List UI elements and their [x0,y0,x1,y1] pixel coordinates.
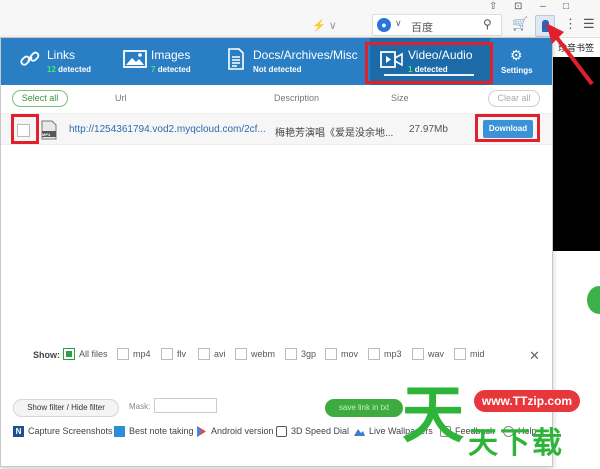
search-box[interactable]: ● ∨ 百度 ⚲ [372,14,502,36]
column-description: Description [274,93,320,103]
video-file-icon [41,120,57,140]
select-all-button[interactable]: Select all [12,90,68,107]
footer-link-label: Capture Screenshots [28,426,113,436]
tab-count: 7 detected [151,65,191,74]
link-icon [20,51,40,66]
annotation-box-checkbox [11,114,39,144]
list-header: Select all Url Description Size Clear al… [1,87,552,113]
watermark-text: 天下载 [468,426,564,461]
mask-label: Mask: [129,402,151,411]
restore-icon[interactable]: ⊡ [514,1,522,12]
tab-images[interactable]: Images 7 detected [121,38,221,85]
chevron-down-icon[interactable]: ∨ [395,18,402,29]
count-number: 12 [47,65,56,74]
filter-checkbox[interactable] [325,348,337,360]
close-icon[interactable]: ✕ [529,348,540,364]
tab-label: Links [47,48,76,62]
filter-checkbox[interactable] [161,348,173,360]
show-label: Show: [33,350,60,360]
annotation-box-download [475,114,540,142]
filter-checkbox[interactable] [412,348,424,360]
filter-checkbox[interactable] [454,348,466,360]
filter-label: All files [79,349,108,359]
tab-label: Docs/Archives/Misc [253,48,358,62]
tab-links[interactable]: Links 12 detected [15,38,115,85]
document-icon [228,48,244,70]
cart-icon[interactable]: 🛒 [512,16,528,32]
count-number: 7 [151,65,156,74]
search-engine-name: 百度 [411,22,433,34]
file-description: 梅艳芳演唱《爱是没余地... [275,128,394,139]
filter-label: mp4 [133,349,151,359]
maximize-icon[interactable]: □ [563,1,569,12]
speed-dial-icon [276,426,287,437]
wallpaper-icon [354,429,365,436]
site-watermark: 天 www.TTzip.com 天下载 [400,380,600,469]
watermark-url: www.TTzip.com [474,390,580,412]
filter-checkbox[interactable] [235,348,247,360]
android-play-icon [197,426,206,437]
gear-icon: ⚙ [510,47,523,63]
minimize-icon[interactable]: – [540,1,546,12]
footer-link-label: Android version [211,426,274,436]
filter-checkbox[interactable] [198,348,210,360]
filter-label: mp3 [384,349,402,359]
filter-label: webm [251,349,276,359]
settings-label: Settings [501,66,533,75]
column-url: Url [115,93,127,103]
file-type-filter: Show: All files mp4 flv avi webm 3gp mov… [1,346,552,366]
tab-count: 12 detected [47,65,91,74]
tab-docs[interactable]: Docs/Archives/Misc Not detected [225,38,365,85]
search-engine-icon[interactable]: ● [377,18,391,32]
filter-checkbox[interactable] [285,348,297,360]
column-size: Size [391,93,409,103]
filter-label: mov [341,349,359,359]
toggle-filter-button[interactable]: Show filter / Hide filter [13,399,119,417]
address-hint: ⚡ ∨ [312,20,337,32]
filter-label: mid [470,349,485,359]
filter-checkbox[interactable] [368,348,380,360]
filter-label: 3gp [301,349,317,359]
image-icon [123,50,147,68]
annotation-box-tab [365,42,493,84]
count-suffix: Not detected [253,65,302,74]
filter-checkbox[interactable] [63,348,75,360]
annotation-arrow [546,23,594,86]
note-icon [114,426,125,437]
save-links-button[interactable]: save link in txt [325,399,403,417]
count-suffix: detected [157,65,191,74]
filter-checkbox[interactable] [117,348,129,360]
file-size: 27.97Mb [409,124,448,135]
file-url[interactable]: http://1254361794.vod2.myqcloud.com/2cf.… [69,124,266,135]
tab-label: Images [151,48,191,62]
filter-label: flv [177,349,186,359]
browser-toolbar: ⇧ ⊡ – □ ⚡ ∨ ● ∨ 百度 ⚲ 🛒 ⋮ ☰ [0,0,600,38]
pin-icon[interactable]: ⇧ [489,1,497,12]
screenshot-icon: N [13,426,24,437]
count-suffix: detected [58,65,92,74]
search-icon[interactable]: ⚲ [483,17,492,31]
file-row: MP4 http://1254361794.vod2.myqcloud.com/… [1,113,552,145]
mask-input[interactable] [154,398,217,413]
file-type-badge: MP4 [42,132,51,137]
watermark-logo-char: 天 [402,378,465,451]
page-floating-button[interactable] [584,283,600,317]
clear-all-button[interactable]: Clear all [488,90,540,107]
footer-link-label: 3D Speed Dial [291,426,350,436]
footer-link-label: Best note taking [129,426,194,436]
settings-button[interactable]: ⚙ Settings [497,38,537,85]
filter-label: wav [428,349,445,359]
filter-label: avi [214,349,226,359]
